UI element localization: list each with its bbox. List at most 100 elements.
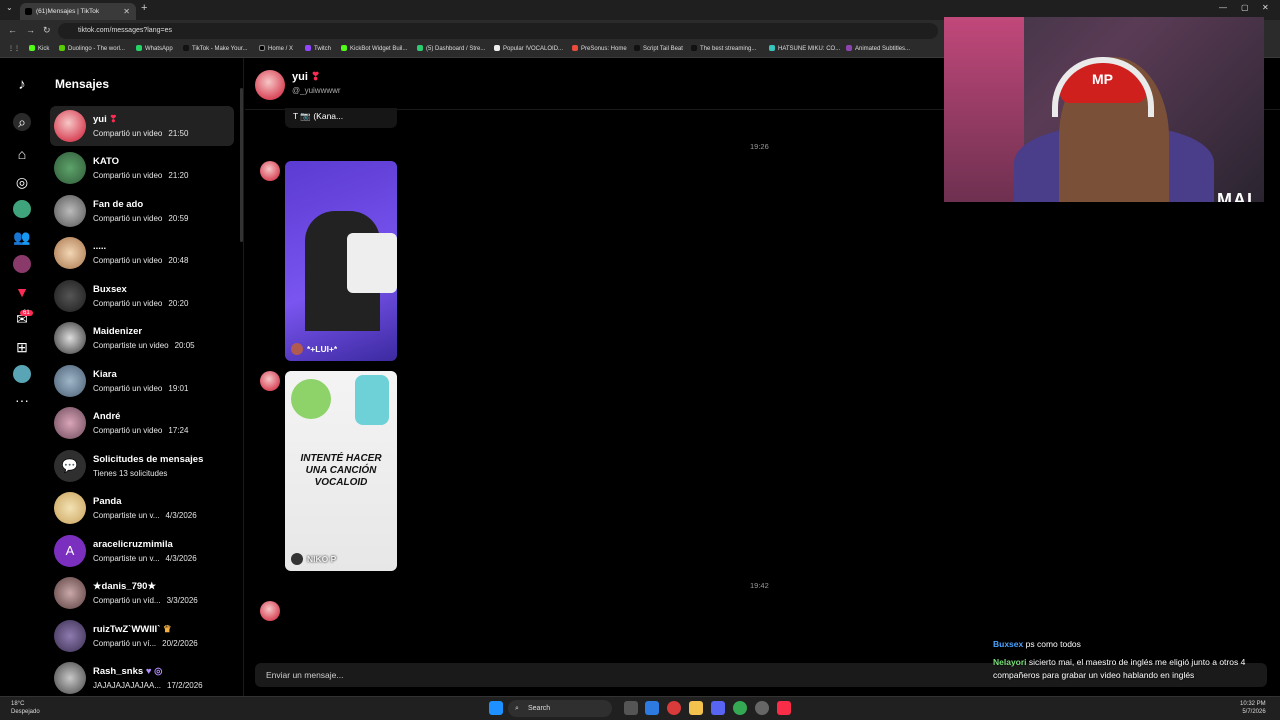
conversation-item[interactable]: ★danis_790★ Compartió un víd... 3/3/2026	[50, 573, 234, 613]
search-label: Search	[528, 705, 551, 712]
conversation-name: aracelicruzmimila	[93, 539, 173, 550]
conversation-name: ruizTwZ`WWIII` ♛	[93, 624, 172, 635]
conversation-item[interactable]: yui ❣ Compartió un video 21:50	[50, 106, 234, 146]
maximize-icon[interactable]: ▢	[1241, 3, 1249, 12]
message-requests-item[interactable]: 💬 Solicitudes de mensajes Tienes 13 soli…	[50, 446, 234, 486]
live-icon[interactable]	[13, 200, 31, 218]
more-icon[interactable]: ···	[13, 391, 31, 409]
bookmark-item[interactable]: The best streaming...	[691, 45, 756, 52]
explore-icon[interactable]: ◎	[13, 173, 31, 191]
activity-icon[interactable]: ▼	[13, 283, 31, 301]
reload-icon[interactable]: ↻	[43, 25, 51, 36]
bookmark-item[interactable]: Twitch	[305, 45, 331, 52]
video-thumbnail-face	[347, 233, 397, 293]
chrome-icon[interactable]	[733, 701, 747, 715]
conversation-preview: Compartió un video 20:59	[93, 214, 189, 223]
chat-avatar[interactable]	[255, 70, 285, 100]
tab-search-icon[interactable]: ⌄	[6, 3, 13, 12]
new-tab-icon[interactable]: +	[141, 2, 147, 14]
conversation-item[interactable]: Kiara Compartió un video 19:01	[50, 361, 234, 401]
app-icon[interactable]	[645, 701, 659, 715]
friends-icon[interactable]	[13, 255, 31, 273]
conversation-item[interactable]: Buxsex Compartió un video 20:20	[50, 276, 234, 316]
taskbar-search[interactable]: ⌕ Search	[508, 700, 612, 717]
forward-icon[interactable]: →	[26, 25, 35, 35]
upload-icon[interactable]: ⊞	[13, 338, 31, 356]
weather-widget[interactable]: 18°C Despejado	[11, 700, 40, 716]
conversation-item[interactable]: Rash_snks ♥ ◎ JAJAJAJAJAJAA... 17/2/2026	[50, 658, 234, 698]
video-thumbnail-character	[291, 379, 331, 419]
bookmark-item[interactable]: Home / X	[259, 45, 293, 52]
conversation-item[interactable]: KATO Compartió un video 21:20	[50, 148, 234, 188]
following-icon[interactable]: 👥	[13, 228, 31, 246]
shared-video-card[interactable]: *+LUI+*	[285, 161, 397, 361]
bookmark-item[interactable]: HATSUNE MIKU: CO...	[769, 45, 840, 52]
browser-tab[interactable]: (61)Mensajes | TikTok ✕	[20, 3, 136, 20]
conversation-name: Maidenizer	[93, 326, 143, 337]
taskbar: 18°C Despejado ⌕ Search 10:32 PM 5/7/202…	[0, 696, 1280, 720]
avatar	[54, 365, 86, 397]
bookmark-item[interactable]: Animated Subtitles...	[846, 45, 910, 52]
sender-avatar	[260, 161, 280, 181]
conversation-preview: Compartiste un v... 4/3/2026	[93, 511, 197, 520]
clock[interactable]: 10:32 PM 5/7/2026	[1240, 700, 1266, 716]
bookmark-item[interactable]: KickBot Widget Buil...	[341, 45, 407, 52]
bookmark-item[interactable]: Popular !VOCALOID...	[494, 45, 563, 52]
music-icon[interactable]	[777, 701, 791, 715]
bookmark-item[interactable]: Kick	[29, 45, 49, 52]
card-author: T 📷 (Kana...	[293, 111, 344, 121]
conversation-name: Panda	[93, 496, 122, 507]
minimize-icon[interactable]: —	[1219, 3, 1227, 12]
conversation-preview: Compartió un ví... 20/2/2026	[93, 639, 198, 648]
profile-icon[interactable]	[13, 365, 31, 383]
messages-sidebar: Mensajes yui ❣ Compartió un video 21:50 K…	[46, 58, 244, 696]
conversation-item[interactable]: Panda Compartiste un v... 4/3/2026	[50, 488, 234, 528]
bookmark-item[interactable]: Duolingo - The worl...	[59, 45, 125, 52]
avatar	[54, 152, 86, 184]
avatar	[54, 577, 86, 609]
chat-text: ps como todos	[1025, 639, 1081, 649]
bookmark-item[interactable]: PreSonus: Home	[572, 45, 627, 52]
card-author: NIKO P	[291, 553, 336, 565]
conversation-item[interactable]: Fan de ado Compartió un video 20:59	[50, 191, 234, 231]
shared-video-card[interactable]: INTENTÉ HACER UNA CANCIÓN VOCALOID NIKO …	[285, 371, 397, 571]
avatar	[54, 195, 86, 227]
stream-chat-line: Buxsex ps como todos	[993, 639, 1273, 649]
search-icon[interactable]: ⌕	[13, 113, 31, 131]
chat-name[interactable]: yui ❣	[292, 70, 320, 83]
conversation-preview: Tienes 13 solicitudes	[93, 469, 168, 478]
video-thumbnail-character	[355, 375, 389, 425]
conversation-name: yui ❣	[93, 114, 118, 125]
close-window-icon[interactable]: ✕	[1262, 3, 1269, 12]
home-icon[interactable]: ⌂	[13, 145, 31, 163]
notification-badge: 61	[20, 310, 33, 316]
conversation-name: ★danis_790★	[93, 581, 156, 592]
tiktok-logo-icon[interactable]: ♪	[13, 76, 31, 94]
file-explorer-icon[interactable]	[689, 701, 703, 715]
app-icon[interactable]	[667, 701, 681, 715]
conversation-item[interactable]: A aracelicruzmimila Compartiste un v... 4…	[50, 531, 234, 571]
apps-icon[interactable]: ⋮⋮	[8, 45, 20, 52]
close-tab-icon[interactable]: ✕	[123, 3, 130, 20]
task-view-icon[interactable]	[624, 701, 638, 715]
scrollbar[interactable]	[240, 88, 243, 242]
conversation-item[interactable]: André Compartió un video 17:24	[50, 403, 234, 443]
discord-icon[interactable]	[711, 701, 725, 715]
conversation-item[interactable]: ..... Compartió un video 20:48	[50, 233, 234, 273]
shared-video-card-footer[interactable]: T 📷 (Kana...	[285, 108, 397, 128]
bookmark-item[interactable]: Script Tail Beat	[634, 45, 683, 52]
icon-rail: ♪ ⌕ ⌂ ◎ 👥 ▼ ✉ 61 ⊞ ···	[0, 58, 46, 696]
conversation-item[interactable]: ruizTwZ`WWIII` ♛ Compartió un ví... 20/2/…	[50, 616, 234, 656]
windows-start-icon[interactable]	[489, 701, 503, 715]
conversation-name: Fan de ado	[93, 199, 144, 210]
url-text: tiktok.com/messages?lang=es	[78, 27, 172, 34]
bookmark-item[interactable]: WhatsApp	[136, 45, 173, 52]
app-icon[interactable]	[755, 701, 769, 715]
back-icon[interactable]: ←	[8, 25, 17, 35]
conversation-name: KATO	[93, 156, 120, 167]
address-bar[interactable]: tiktok.com/messages?lang=es	[58, 23, 938, 39]
conversation-preview: Compartió un video 21:20	[93, 171, 189, 180]
bookmark-item[interactable]: (5) Dashboard / Stre...	[417, 45, 485, 52]
bookmark-item[interactable]: TikTok - Make Your...	[183, 45, 247, 52]
conversation-item[interactable]: Maidenizer Compartiste un video 20:05	[50, 318, 234, 358]
